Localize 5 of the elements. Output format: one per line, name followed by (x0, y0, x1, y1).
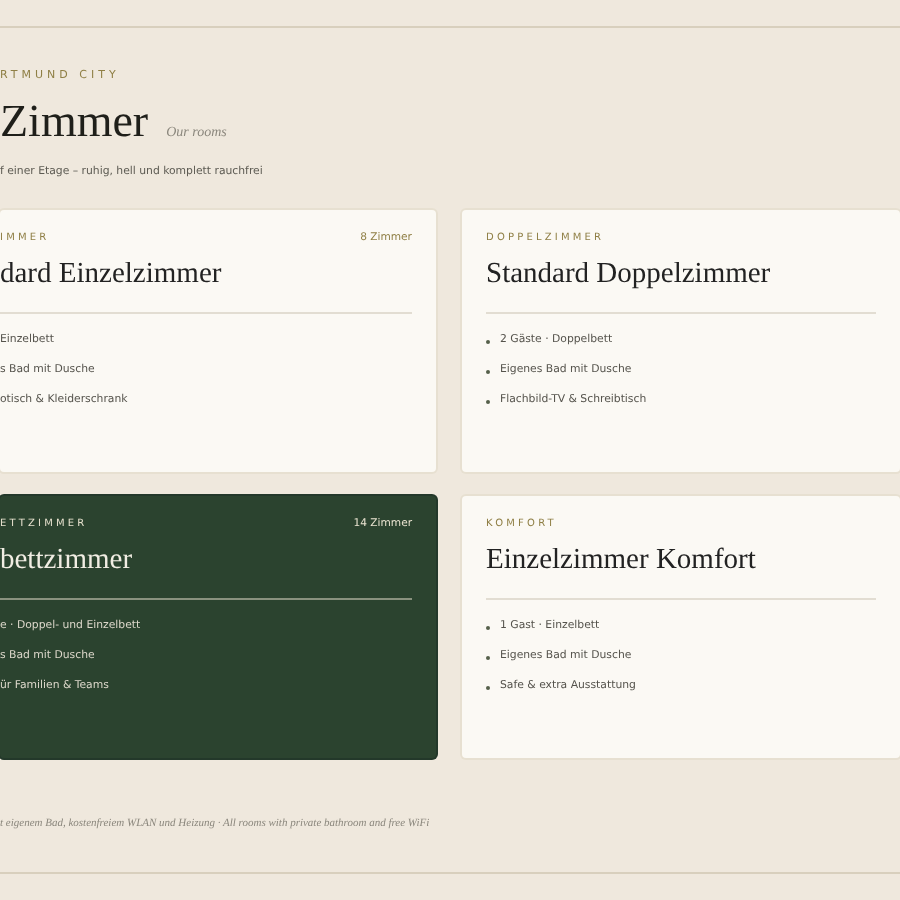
room-title: Einzelzimmer Komfort (486, 542, 758, 578)
room-title: dard Einzelzimmer (0, 256, 224, 292)
room-title: Standard Doppelzimmer (486, 256, 773, 292)
room-title: bettzimmer (0, 542, 135, 578)
page-title: Zimmer (0, 96, 149, 148)
